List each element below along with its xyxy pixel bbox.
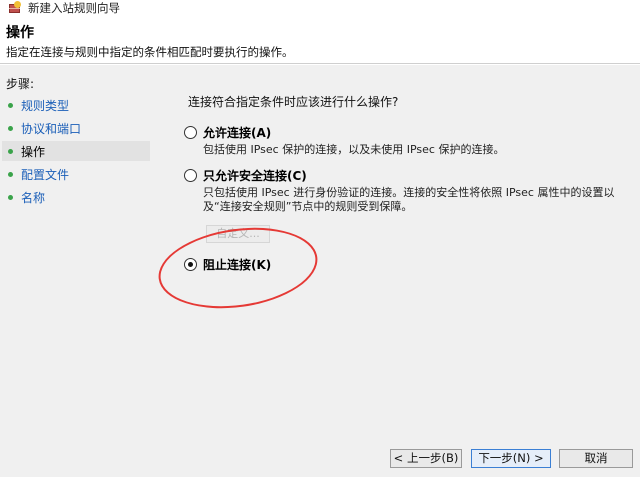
- back-button[interactable]: < 上一步(B): [390, 449, 462, 468]
- step-label: 规则类型: [21, 98, 70, 113]
- option-allow: 允许连接(A) 包括使用 IPsec 保护的连接，以及未使用 IPsec 保护的…: [184, 123, 624, 157]
- allow-secure-radio[interactable]: [184, 168, 197, 182]
- step-bullet-icon: [8, 171, 13, 177]
- wizard-header: 操作 指定在连接与规则中指定的条件相匹配时要执行的操作。: [0, 16, 640, 64]
- firewall-icon: [8, 1, 22, 14]
- allow-label[interactable]: 允许连接(A): [203, 124, 271, 141]
- step-protocol-ports[interactable]: 协议和端口: [2, 118, 150, 138]
- step-label: 操作: [21, 144, 46, 159]
- question-text: 连接符合指定条件时应该进行什么操作?: [188, 95, 399, 109]
- step-label: 协议和端口: [21, 121, 82, 136]
- step-action[interactable]: 操作: [2, 141, 150, 161]
- step-rule-type[interactable]: 规则类型: [2, 95, 150, 115]
- page-description: 指定在连接与规则中指定的条件相匹配时要执行的操作。: [6, 45, 294, 59]
- allow-secure-label[interactable]: 只允许安全连接(C): [203, 167, 307, 184]
- page-title: 操作: [6, 25, 34, 41]
- step-bullet-icon: [8, 194, 13, 200]
- option-allow-secure: 只允许安全连接(C) 只包括使用 IPsec 进行身份验证的连接。连接的安全性将…: [184, 166, 624, 214]
- steps-panel: 步骤: 规则类型 协议和端口 操作 配置文件 名称: [0, 65, 152, 477]
- step-profile[interactable]: 配置文件: [2, 164, 150, 184]
- title-bar: 新建入站规则向导: [0, 0, 640, 16]
- step-bullet-icon: [8, 125, 13, 131]
- allow-radio[interactable]: [184, 125, 197, 139]
- allow-secure-description: 只包括使用 IPsec 进行身份验证的连接。连接的安全性将依照 IPsec 属性…: [203, 186, 615, 213]
- steps-label: 步骤:: [6, 77, 35, 91]
- next-button[interactable]: 下一步(N) >: [471, 449, 551, 468]
- step-name[interactable]: 名称: [2, 187, 150, 207]
- wizard-content: 步骤: 规则类型 协议和端口 操作 配置文件 名称 连接符合指定条件时应该进行什…: [0, 65, 640, 477]
- step-label: 名称: [21, 190, 46, 205]
- step-label: 配置文件: [21, 167, 70, 182]
- step-bullet-icon: [8, 148, 13, 154]
- window-title: 新建入站规则向导: [28, 1, 120, 15]
- step-bullet-icon: [8, 102, 13, 108]
- allow-description: 包括使用 IPsec 保护的连接，以及未使用 IPsec 保护的连接。: [203, 143, 505, 156]
- cancel-button[interactable]: 取消: [559, 449, 633, 468]
